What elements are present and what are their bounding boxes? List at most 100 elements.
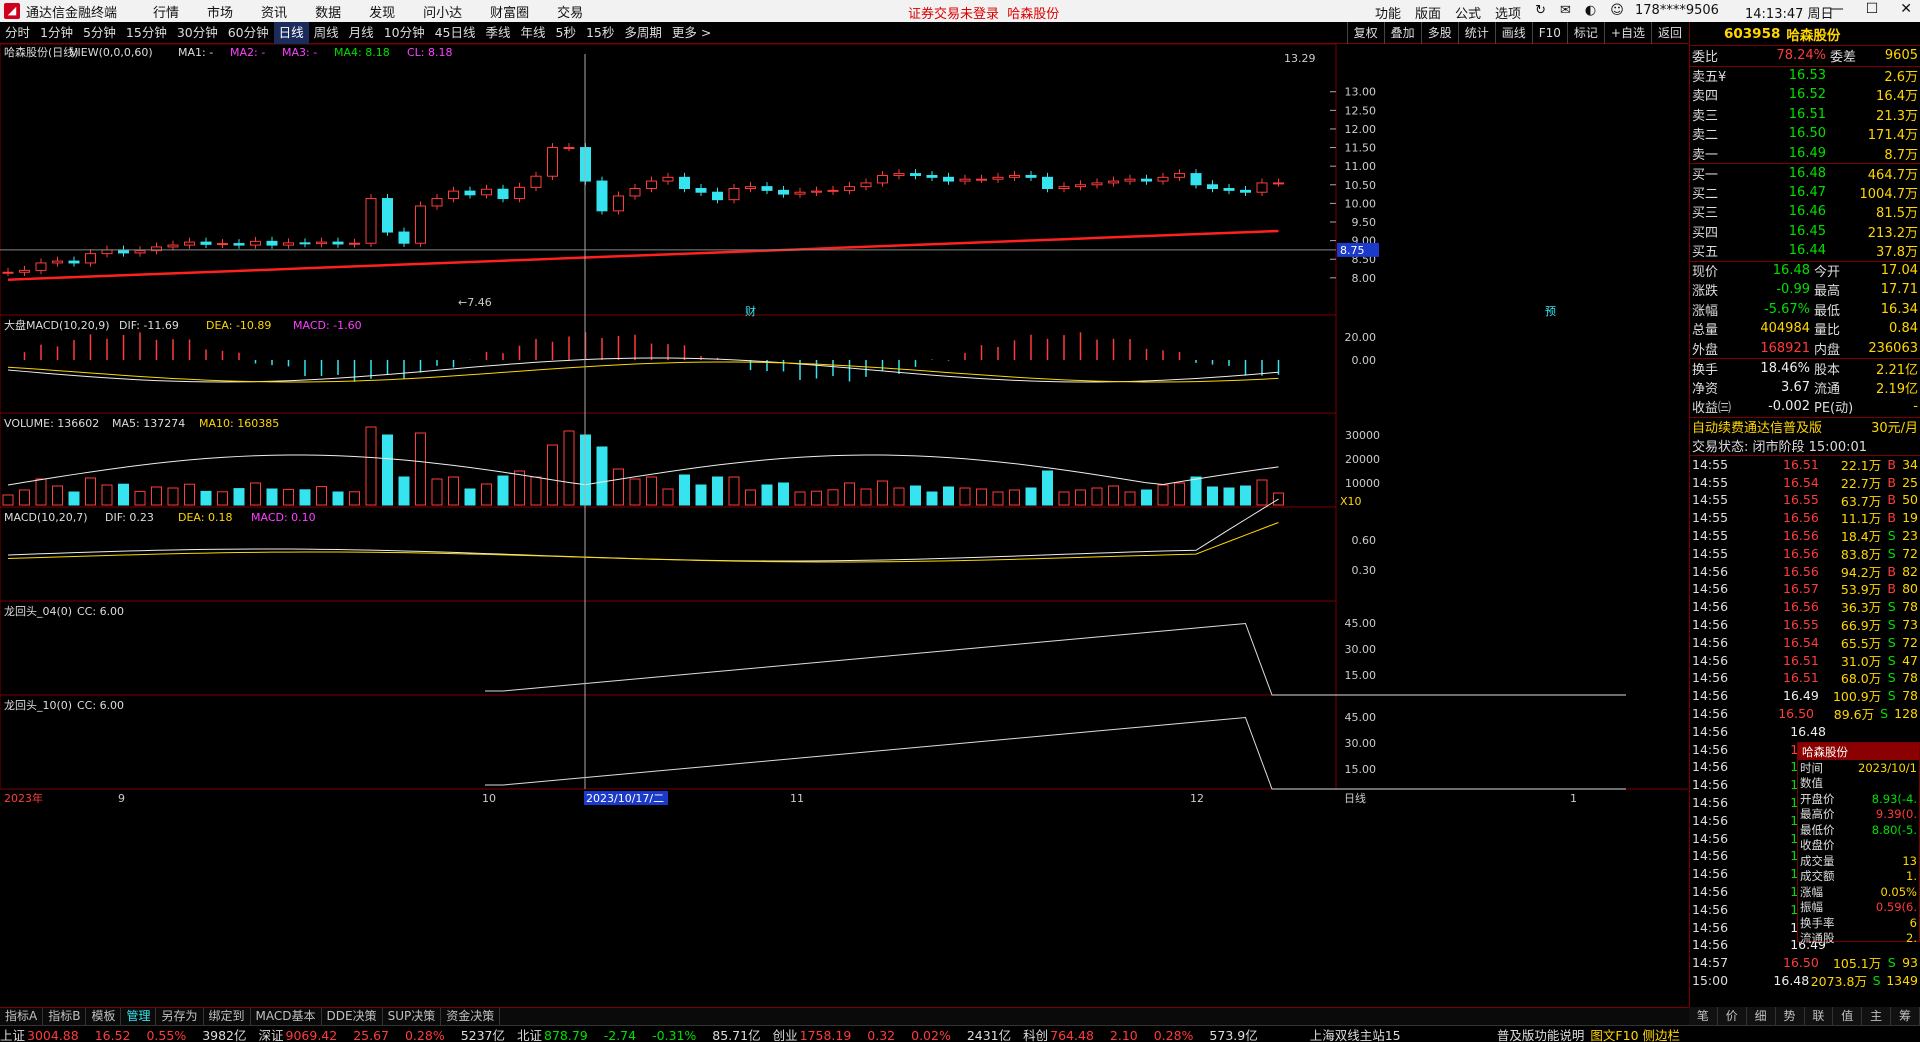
period-15[interactable]: 多周期 — [619, 22, 667, 44]
menu-shuju[interactable]: 数据 — [315, 2, 341, 21]
right-tab-5[interactable]: 值 — [1833, 1007, 1863, 1025]
period-2[interactable]: 5分钟 — [78, 22, 121, 44]
right-tab-4[interactable]: 联 — [1805, 1007, 1834, 1025]
tool-3[interactable]: 统计 — [1457, 22, 1495, 44]
period-8[interactable]: 月线 — [344, 22, 379, 44]
skin-icon[interactable]: ◐ — [1585, 3, 1596, 22]
close-icon[interactable]: ✕ — [1900, 1, 1912, 17]
period-14[interactable]: 15秒 — [581, 22, 619, 44]
right-tab-2[interactable]: 细 — [1747, 1007, 1776, 1025]
period-10[interactable]: 45日线 — [430, 22, 481, 44]
volume-bar — [563, 430, 575, 506]
sell-level-3[interactable]: 卖二 16.50 171.4万 — [1690, 124, 1920, 144]
popup-row: 振幅 0.59(6. — [1800, 900, 1917, 915]
period-5[interactable]: 60分钟 — [223, 22, 274, 44]
indicator-tab-4[interactable]: 另存为 — [156, 1008, 204, 1025]
buy-level-1[interactable]: 买二 16.47 1004.7万 — [1690, 183, 1920, 203]
period-16[interactable]: 更多 > — [667, 22, 716, 44]
menu-jiaoyi[interactable]: 交易 — [557, 2, 583, 21]
candle-body — [448, 190, 459, 200]
candle-body — [959, 178, 971, 182]
menu-gongshi[interactable]: 公式 — [1455, 3, 1481, 22]
help-link[interactable]: 普及版功能说明 — [1497, 1025, 1585, 1042]
period-0[interactable]: 分时 — [0, 22, 35, 44]
ad-row[interactable]: 自动续费通达信普及版 30元/月 — [1690, 416, 1920, 436]
indicator-tab-6[interactable]: MACD基本 — [251, 1008, 322, 1025]
period-1[interactable]: 1分钟 — [35, 22, 78, 44]
minimize-icon[interactable]: — — [1830, 1, 1844, 17]
right-tab-7[interactable]: 筹 — [1891, 1007, 1920, 1025]
period-7[interactable]: 周线 — [309, 22, 344, 44]
menu-hangqing[interactable]: 行情 — [153, 2, 179, 21]
right-panel-tabs: 笔价细势联值主筹 — [1689, 1007, 1920, 1025]
tool-7[interactable]: +自选 — [1603, 22, 1651, 44]
tool-4[interactable]: 画线 — [1494, 22, 1532, 44]
tool-6[interactable]: 标记 — [1566, 22, 1604, 44]
server-status[interactable]: 上海双线主站15 — [1310, 1025, 1401, 1042]
period-12[interactable]: 年线 — [516, 22, 551, 44]
right-tab-6[interactable]: 主 — [1862, 1007, 1892, 1025]
buy-level-2[interactable]: 买三 16.46 81.5万 — [1690, 202, 1920, 222]
volume-bar — [547, 444, 558, 506]
indicator-tab-9[interactable]: 资金决策 — [441, 1008, 501, 1025]
indicator-tab-8[interactable]: SUP决策 — [383, 1008, 442, 1025]
indicator-tab-5[interactable]: 绑定到 — [204, 1008, 251, 1025]
title-bar: ◢ 通达信金融终端 行情 市场 资讯 数据 发现 问小达 财富圈 交易 证券交易… — [0, 0, 1920, 22]
index-4[interactable]: 科创 764.48 2.10 0.28% 573.9亿 — [1023, 1025, 1264, 1042]
login-notice[interactable]: 证券交易未登录 哈森股份 — [908, 3, 1059, 22]
index-0[interactable]: 上证 3004.88 16.52 0.55% 3982亿 — [0, 1025, 253, 1042]
index-1[interactable]: 深证 9069.42 25.67 0.28% 5237亿 — [259, 1025, 512, 1042]
period-13[interactable]: 5秒 — [551, 22, 581, 44]
buy-level-3[interactable]: 买四 16.45 213.2万 — [1690, 222, 1920, 242]
menu-banmian[interactable]: 版面 — [1415, 3, 1441, 22]
refresh-icon[interactable]: ↻ — [1535, 3, 1546, 22]
menu-zixun[interactable]: 资讯 — [261, 2, 287, 21]
indicator-tab-1[interactable]: 指标B — [43, 1008, 87, 1025]
tool-0[interactable]: 复权 — [1346, 22, 1384, 44]
period-9[interactable]: 10分钟 — [379, 22, 430, 44]
buy-level-0[interactable]: 买一 16.48 464.7万 — [1690, 163, 1920, 183]
indicator-tab-3[interactable]: 管理 — [121, 1008, 157, 1025]
menu-shichang[interactable]: 市场 — [207, 2, 233, 21]
tool-1[interactable]: 叠加 — [1383, 22, 1421, 44]
sell-level-4[interactable]: 卖一 16.49 8.7万 — [1690, 144, 1920, 164]
right-tab-0[interactable]: 笔 — [1689, 1007, 1718, 1025]
index-2[interactable]: 北证 878.79 -2.74 -0.31% 85.71亿 — [517, 1025, 767, 1042]
indicator-tab-2[interactable]: 模板 — [86, 1008, 122, 1025]
menu-xuanxiang[interactable]: 选项 — [1495, 3, 1521, 22]
user-icon[interactable]: ☺ — [1610, 3, 1624, 22]
tool-5[interactable]: F10 — [1531, 22, 1567, 44]
tool-2[interactable]: 多股 — [1420, 22, 1458, 44]
sidebar-toggle[interactable]: 图文F10 侧边栏 — [1590, 1025, 1680, 1042]
maximize-icon[interactable]: ☐ — [1866, 1, 1879, 17]
period-3[interactable]: 15分钟 — [121, 22, 172, 44]
tool-8[interactable]: 返回 — [1650, 22, 1688, 44]
menu-caifuquan[interactable]: 财富圈 — [490, 2, 529, 21]
macd1-tick-label: 20.00 — [1345, 331, 1377, 344]
period-11[interactable]: 季线 — [481, 22, 516, 44]
volume-bar — [1157, 484, 1169, 506]
sell-level-2[interactable]: 卖三 16.51 21.3万 — [1690, 105, 1920, 125]
indicator-tab-0[interactable]: 指标A — [0, 1008, 44, 1025]
candle-body — [1025, 174, 1037, 178]
right-tab-3[interactable]: 势 — [1776, 1007, 1805, 1025]
x-axis-label: 10 — [482, 792, 496, 805]
volume-tick-label: 20000 — [1345, 453, 1380, 466]
message-icon[interactable]: ✉ — [1560, 3, 1571, 22]
indicator-tab-7[interactable]: DDE决策 — [322, 1008, 383, 1025]
kline-chart[interactable]: 13.0012.5012.0011.5011.0010.5010.009.509… — [0, 44, 1688, 1006]
sell-level-0[interactable]: 卖五¥ 16.53 2.6万 — [1690, 65, 1920, 85]
volume-bar — [464, 488, 476, 506]
macd2-label-1: DIF: 0.23 — [105, 511, 154, 524]
menu-faxian[interactable]: 发现 — [369, 2, 395, 21]
sell-level-1[interactable]: 卖四 16.52 16.4万 — [1690, 85, 1920, 105]
account-id[interactable]: 178****9506 — [1635, 3, 1719, 18]
menu-wenxiaoda[interactable]: 问小达 — [423, 2, 462, 21]
index-3[interactable]: 创业 1758.19 0.32 0.02% 2431亿 — [773, 1025, 1018, 1042]
buy-level-4[interactable]: 买五 16.44 37.8万 — [1690, 241, 1920, 261]
period-4[interactable]: 30分钟 — [172, 22, 223, 44]
volume-bar — [316, 486, 327, 506]
menu-gongneng[interactable]: 功能 — [1375, 3, 1401, 22]
period-6[interactable]: 日线 — [273, 21, 309, 44]
right-tab-1[interactable]: 价 — [1718, 1007, 1747, 1025]
